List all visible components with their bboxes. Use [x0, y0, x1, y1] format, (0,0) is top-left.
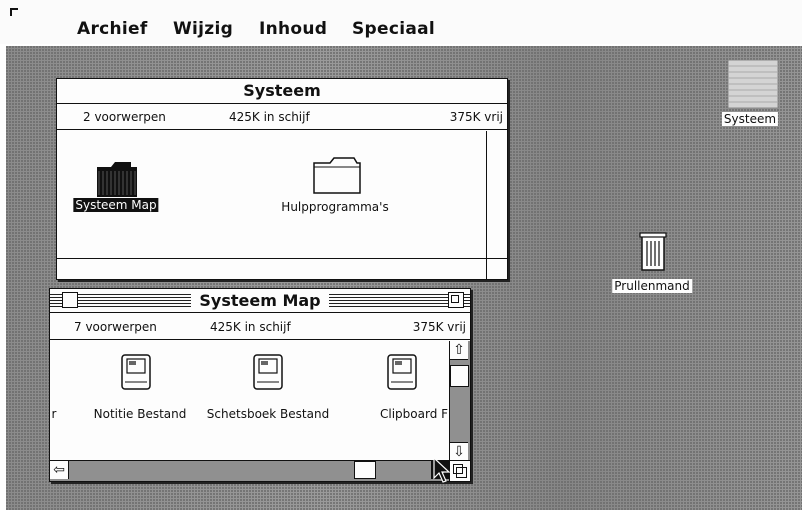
icon-label-clipboard[interactable]: Clipboard Fi [378, 407, 448, 421]
window-info-bar: 7 voorwerpen 425K in schijf 375K vrij [50, 314, 470, 340]
menu-inhoud[interactable]: Inhoud [259, 19, 327, 39]
window-titlebar[interactable]: Systeem Map [50, 289, 470, 313]
window-titlebar[interactable]: Systeem [57, 79, 507, 104]
menu-speciaal[interactable]: Speciaal [352, 19, 435, 39]
window-info-bar: 2 voorwerpen 425K in schijf 375K vrij [57, 104, 507, 130]
scroll-thumb-vertical[interactable] [450, 365, 469, 387]
folder-filled-icon[interactable] [93, 159, 141, 199]
scroll-up-arrow-icon[interactable]: ⇧ [450, 341, 468, 360]
vertical-scrollbar[interactable] [486, 131, 507, 259]
icon-label-schetsboek-bestand[interactable]: Schetsboek Bestand [205, 407, 331, 421]
folder-icon[interactable] [311, 155, 363, 195]
vertical-scrollbar[interactable]: ⇧ ⇩ [449, 341, 470, 461]
scroll-left-arrow-icon[interactable]: ⇦ [50, 461, 69, 479]
icon-label-partial[interactable]: r [50, 407, 58, 421]
icon-label-systeem-disk[interactable]: Systeem [721, 112, 779, 126]
window-title: Systeem Map [191, 290, 329, 311]
scroll-thumb-horizontal[interactable] [354, 461, 376, 479]
size-box[interactable] [486, 258, 507, 279]
menu-bar: Archief Wijzig Inhoud Speciaal [0, 0, 802, 44]
horizontal-scrollbar[interactable] [57, 258, 487, 279]
icon-label-hulpprogrammas[interactable]: Hulpprogramma's [279, 200, 390, 214]
window-title: Systeem [235, 81, 329, 101]
icon-label-systeem-map[interactable]: Systeem Map [73, 198, 159, 212]
disk-used: 425K in schijf [210, 320, 291, 334]
window-content: r Notitie Bestand Schetsboek Bestand Cli… [50, 341, 448, 459]
close-box-icon[interactable] [62, 292, 78, 308]
icon-label-notitie-bestand[interactable]: Notitie Bestand [92, 407, 189, 421]
mac-document-icon[interactable] [386, 353, 420, 393]
item-count: 7 voorwerpen [74, 320, 157, 334]
horizontal-scrollbar[interactable]: ⇦ ➡ [50, 460, 450, 481]
disk-used: 425K in schijf [229, 110, 310, 124]
corner-mark [10, 8, 18, 16]
window-systeem-map[interactable]: Systeem Map 7 voorwerpen 425K in schijf … [49, 288, 471, 482]
trash-icon[interactable] [638, 230, 668, 274]
menu-wijzig[interactable]: Wijzig [173, 19, 233, 39]
mac-document-icon[interactable] [252, 353, 286, 393]
icon-label-prullenmand[interactable]: Prullenmand [612, 279, 692, 293]
window-content: Systeem Map Hulpprogramma's [57, 131, 507, 279]
item-count: 2 voorwerpen [83, 110, 166, 124]
disk-icon[interactable] [726, 58, 780, 110]
mac-document-icon[interactable] [120, 353, 154, 393]
disk-free: 375K vrij [449, 110, 503, 124]
disk-free: 375K vrij [412, 320, 466, 334]
zoom-box-icon[interactable] [448, 292, 464, 308]
mouse-pointer-icon [433, 456, 451, 483]
window-systeem[interactable]: Systeem 2 voorwerpen 425K in schijf 375K… [56, 78, 508, 280]
menu-archief[interactable]: Archief [77, 19, 148, 39]
